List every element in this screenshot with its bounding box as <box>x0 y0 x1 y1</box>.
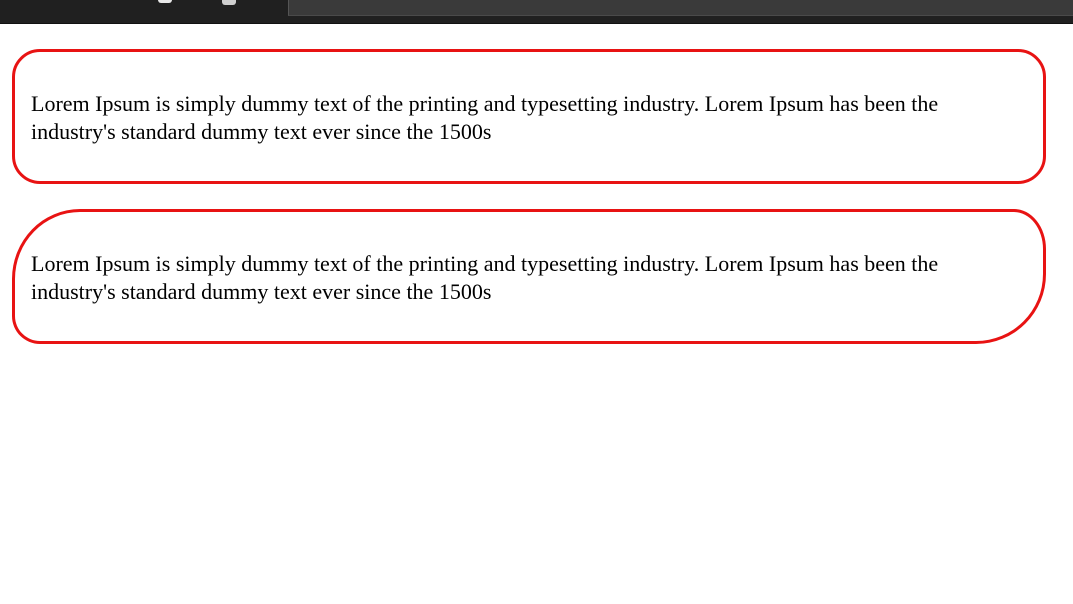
page-content: Lorem Ipsum is simply dummy text of the … <box>0 24 1073 604</box>
refresh-icon[interactable] <box>158 0 172 3</box>
browser-toolbar <box>0 0 1073 24</box>
box-text: Lorem Ipsum is simply dummy text of the … <box>31 251 939 304</box>
box-text: Lorem Ipsum is simply dummy text of the … <box>31 91 939 144</box>
extensions-icon[interactable] <box>222 0 236 5</box>
irregular-rounded-text-box: Lorem Ipsum is simply dummy text of the … <box>12 209 1046 344</box>
address-bar[interactable] <box>288 0 1073 16</box>
rounded-text-box: Lorem Ipsum is simply dummy text of the … <box>12 49 1046 184</box>
